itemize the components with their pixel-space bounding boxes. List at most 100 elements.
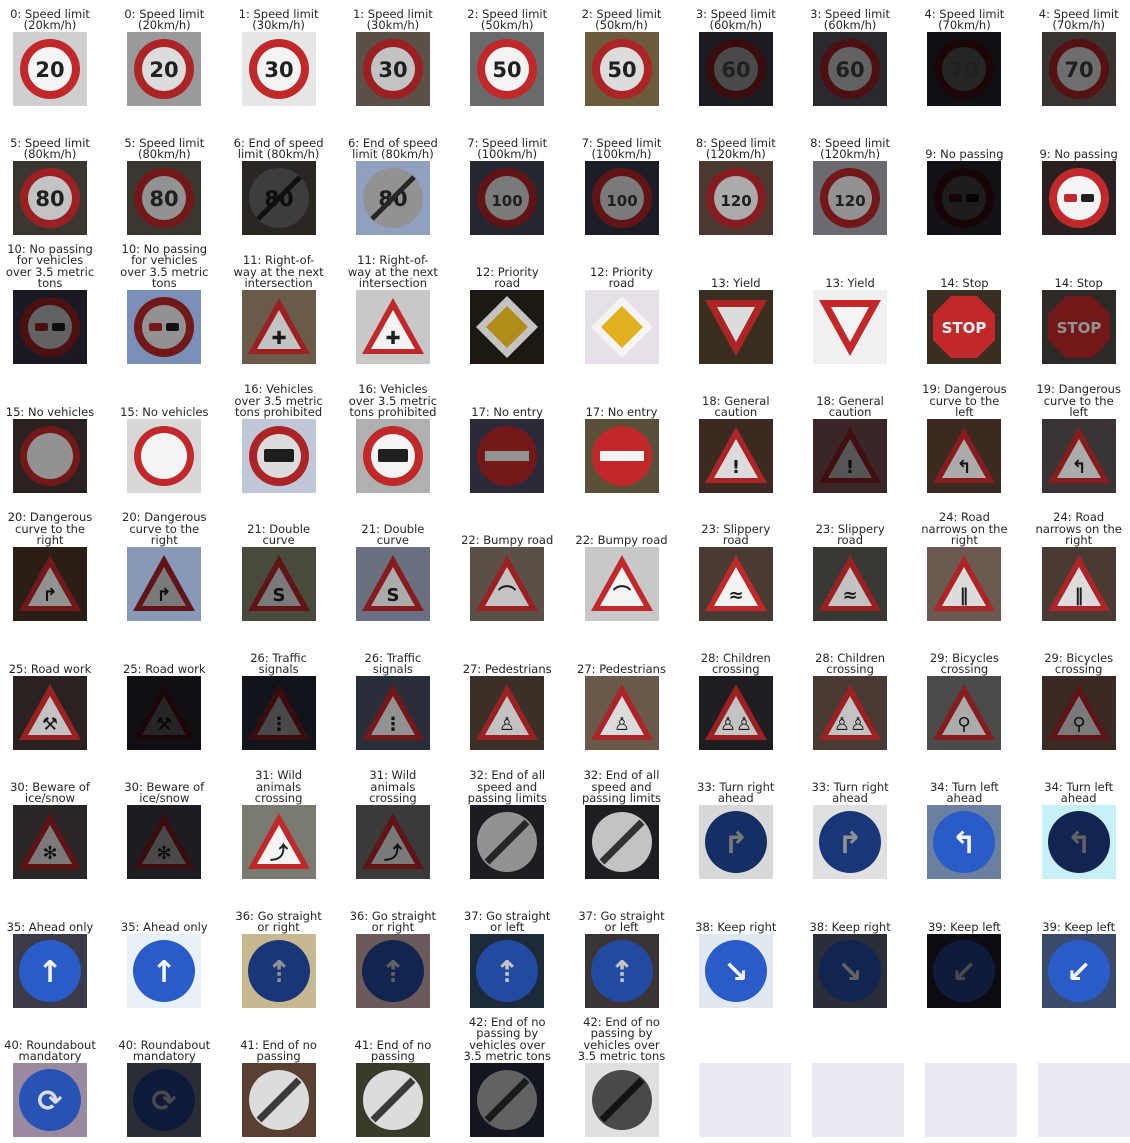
panel-title: 16: Vehicles over 3.5 metric tons prohib… [348, 382, 438, 420]
panel-title: 8: Speed limit (120km/h) [695, 135, 776, 162]
sign-panel: 23: Slippery road [679, 487, 793, 547]
sign-panel: 1: Speed limit (30km/h) [222, 0, 336, 32]
panel-title: 10: No passing for vehicles over 3.5 met… [120, 241, 209, 291]
sign-image: S [241, 547, 316, 621]
panel-title: 34: Turn left ahead [1044, 779, 1114, 806]
sign-thumbnail [241, 1063, 316, 1137]
sign-symbol: 80 [35, 187, 64, 211]
sign-symbol: 80 [150, 187, 179, 211]
panel-title: 13: Yield [711, 276, 761, 291]
panel-title: 36: Go straight or right [235, 908, 322, 935]
sign-symbol: ↱ [157, 585, 172, 606]
panel-title: 39: Keep left [1042, 920, 1116, 935]
sign-thumbnail [13, 290, 87, 364]
sign-symbol: ⌒ [613, 584, 631, 606]
panel-title: 12: Priority road [475, 264, 539, 291]
panel-title: 27: Pedestrians [462, 662, 552, 677]
sign-panel: 6: End of speed limit (80km/h) [336, 101, 450, 161]
panel-title: 28: Children crossing [700, 650, 771, 677]
sign-thumbnail: ⚲ [927, 676, 1002, 750]
sign-symbol: ✚ [385, 328, 400, 349]
panel-title: 19: Dangerous curve to the left [1036, 382, 1121, 420]
sign-image: ⟳ [127, 1063, 202, 1137]
sign-panel: 38: Keep right [679, 874, 793, 934]
panel-title: 32: End of all speed and passing limits [467, 768, 547, 806]
sign-symbol: 120 [720, 192, 751, 210]
sign-thumbnail: 50 [584, 32, 659, 106]
sign-image: ↰ [927, 419, 1002, 493]
sign-symbol: 100 [492, 192, 523, 210]
sign-panel: 12: Priority road [450, 230, 564, 290]
sign-symbol: ♙ [499, 714, 515, 735]
sign-symbol: ↰ [1071, 457, 1086, 478]
sign-image [1041, 161, 1116, 235]
sign-panel: 27: Pedestrians [565, 616, 679, 676]
panel-title: 42: End of no passing by vehicles over 3… [577, 1014, 666, 1064]
sign-panel: 5: Speed limit (80km/h) [107, 101, 221, 161]
panel-title: 35: Ahead only [120, 920, 208, 935]
empty-panel [925, 1063, 1017, 1137]
sign-image: 70 [927, 32, 1002, 106]
sign-thumbnail: ⚒ [13, 676, 87, 750]
sign-panel: 16: Vehicles over 3.5 metric tons prohib… [336, 359, 450, 419]
panel-title: 7: Speed limit (100km/h) [467, 135, 548, 162]
sign-panel: 15: No vehicles [107, 359, 221, 419]
panel-title: 37: Go straight or left [464, 908, 551, 935]
sign-image: ♙ [470, 676, 545, 750]
sign-symbol: ↘ [723, 955, 748, 990]
sign-panel: 0: Speed limit (20km/h) [107, 0, 221, 32]
sign-symbol: ↰ [1066, 826, 1091, 861]
sign-panel: 18: General caution [793, 359, 907, 419]
sign-image: 50 [584, 32, 659, 106]
panel-title: 24: Road narrows on the right [1035, 510, 1122, 548]
panel-title: 33: Turn right ahead [697, 779, 775, 806]
sign-image [127, 290, 202, 364]
sign-panel: 7: Speed limit (100km/h) [565, 101, 679, 161]
sign-panel: 36: Go straight or right [336, 874, 450, 934]
sign-thumbnail [1041, 161, 1116, 235]
sign-image: 100 [584, 161, 659, 235]
sign-panel: 35: Ahead only [0, 874, 107, 934]
sign-image: 60 [813, 32, 888, 106]
sign-image: ⚒ [13, 676, 87, 750]
sign-symbol: ⌒ [498, 584, 516, 606]
sign-thumbnail: ⤴ [241, 805, 316, 879]
sign-symbol: ⟳ [152, 1084, 177, 1119]
sign-symbol: ≈ [728, 585, 743, 606]
sign-panel: 32: End of all speed and passing limits [450, 745, 564, 805]
sign-image: ✚ [241, 290, 316, 364]
sign-panel: 3: Speed limit (60km/h) [679, 0, 793, 32]
panel-title: 8: Speed limit (120km/h) [810, 135, 891, 162]
sign-image: ↘ [698, 934, 773, 1008]
panel-title: 29: Bicycles crossing [1044, 650, 1114, 677]
sign-panel: 14: Stop [907, 230, 1021, 290]
sign-thumbnail: ↱ [813, 805, 888, 879]
sign-image: ✚ [355, 290, 430, 364]
sign-image: ⇡ [584, 934, 659, 1008]
sign-symbol: ↱ [42, 585, 57, 606]
sign-image [127, 419, 202, 493]
sign-image: 80 [13, 161, 87, 235]
sign-image: ⚲ [1041, 676, 1116, 750]
sign-symbol: 30 [264, 58, 293, 82]
sign-thumbnail [13, 419, 87, 493]
sign-thumbnail [584, 290, 659, 364]
sign-thumbnail: ↘ [813, 934, 888, 1008]
sign-thumbnail [813, 290, 888, 364]
sign-image: ⟳ [13, 1063, 87, 1137]
sign-thumbnail: 80 [127, 161, 202, 235]
sign-symbol: ↰ [957, 457, 972, 478]
sign-image: 20 [13, 32, 87, 106]
sign-thumbnail: ⟳ [127, 1063, 202, 1137]
panel-title: 19: Dangerous curve to the left [922, 382, 1007, 420]
sign-symbol: ♙ [613, 714, 629, 735]
sign-symbol: 20 [150, 58, 179, 82]
sign-image: ↙ [927, 934, 1002, 1008]
sign-thumbnail: ↘ [698, 934, 773, 1008]
panel-title: 32: End of all speed and passing limits [581, 768, 662, 806]
sign-panel: 37: Go straight or left [565, 874, 679, 934]
sign-image: ! [813, 419, 888, 493]
sign-panel: 40: Roundabout mandatory [0, 1003, 107, 1063]
sign-thumbnail [470, 805, 545, 879]
sign-symbol: ⤴ [270, 842, 289, 864]
